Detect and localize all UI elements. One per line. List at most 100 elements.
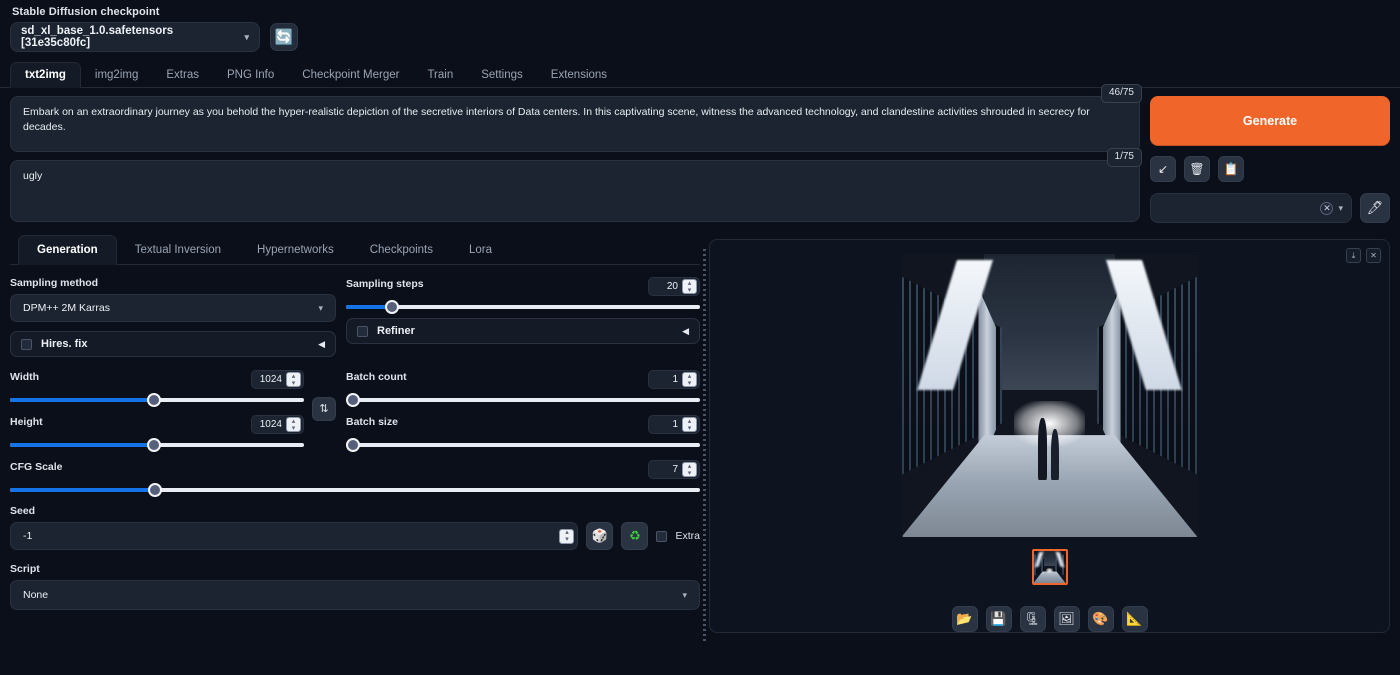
palette-icon: 🎨 xyxy=(1092,611,1108,627)
slider-knob[interactable] xyxy=(385,300,399,314)
batch-count-value: 1 xyxy=(672,374,678,385)
send-to-inpaint-button[interactable]: 🎨 xyxy=(1088,606,1114,632)
sampling-steps-numberbox[interactable]: 20 ▴▾ xyxy=(648,277,700,296)
read-generation-parameters-button[interactable]: ↙ xyxy=(1150,156,1176,182)
batch-size-label: Batch size xyxy=(346,416,398,428)
clear-styles-icon[interactable]: ✕ xyxy=(1320,202,1333,215)
width-label: Width xyxy=(10,371,39,383)
stepper-icon[interactable]: ▴▾ xyxy=(286,372,301,387)
tab-label: Extras xyxy=(166,69,199,81)
save-icon: 💾 xyxy=(990,611,1006,627)
apply-style-button[interactable]: 📋 xyxy=(1218,156,1244,182)
slider-knob[interactable] xyxy=(148,483,162,497)
script-dropdown[interactable]: None ▾ xyxy=(10,580,700,610)
thumbnail-preview xyxy=(1034,551,1066,583)
slider-fill xyxy=(10,488,155,492)
edit-styles-button[interactable]: 🖊 xyxy=(1360,193,1390,223)
tab-train[interactable]: Train xyxy=(413,62,467,87)
extra-seed-checkbox[interactable] xyxy=(656,531,667,542)
save-zip-button[interactable]: 🗜 xyxy=(1020,606,1046,632)
styles-dropdown[interactable]: ✕ ▾ xyxy=(1150,193,1352,223)
refresh-checkpoints-button[interactable]: 🔄 xyxy=(270,23,298,51)
checkpoint-value: sd_xl_base_1.0.safetensors [31e35c80fc] xyxy=(21,25,244,49)
slider-knob[interactable] xyxy=(147,438,161,452)
subtab-hypernetworks[interactable]: Hypernetworks xyxy=(239,235,352,264)
positive-prompt-input[interactable]: Embark on an extraordinary journey as yo… xyxy=(10,96,1140,152)
random-seed-button[interactable]: 🎲 xyxy=(586,522,613,550)
hires-fix-checkbox[interactable] xyxy=(21,339,32,350)
tab-txt2img[interactable]: txt2img xyxy=(10,62,81,88)
width-numberbox[interactable]: 1024 ▴▾ xyxy=(251,370,304,389)
sampling-method-dropdown[interactable]: DPM++ 2M Karras ▾ xyxy=(10,294,336,322)
vanishing-point-glow xyxy=(1046,568,1054,573)
negative-token-counter: 1/75 xyxy=(1107,148,1142,167)
tab-img2img[interactable]: img2img xyxy=(81,62,152,87)
slider-knob[interactable] xyxy=(147,393,161,407)
sampling-method-group: Sampling method DPM++ 2M Karras ▾ Hires.… xyxy=(10,277,346,357)
vanishing-point-glow xyxy=(1014,401,1085,446)
sampling-steps-slider[interactable] xyxy=(346,305,700,309)
arrow-down-left-icon: ↙ xyxy=(1158,162,1168,176)
clear-prompt-button[interactable]: 🗑 xyxy=(1184,156,1210,182)
tab-label: Settings xyxy=(481,69,523,81)
download-image-button[interactable]: ⤓ xyxy=(1346,248,1361,263)
height-numberbox[interactable]: 1024 ▴▾ xyxy=(251,415,304,434)
open-folder-button[interactable]: 📂 xyxy=(952,606,978,632)
cfg-scale-value: 7 xyxy=(672,464,678,475)
width-height-group: Width 1024 ▴▾ Height xyxy=(10,370,346,447)
slider-fill xyxy=(10,398,154,402)
script-label: Script xyxy=(10,563,700,575)
stepper-icon[interactable]: ▴▾ xyxy=(682,417,697,432)
subtab-lora[interactable]: Lora xyxy=(451,235,510,264)
stepper-icon[interactable]: ▴▾ xyxy=(559,529,574,544)
slider-knob[interactable] xyxy=(346,438,360,452)
tab-png-info[interactable]: PNG Info xyxy=(213,62,288,87)
cfg-scale-slider[interactable] xyxy=(10,488,700,492)
batch-count-slider[interactable] xyxy=(346,398,700,402)
tab-extensions[interactable]: Extensions xyxy=(537,62,621,87)
batch-count-numberbox[interactable]: 1 ▴▾ xyxy=(648,370,700,389)
checkpoint-dropdown[interactable]: sd_xl_base_1.0.safetensors [31e35c80fc] … xyxy=(10,22,260,52)
batch-size-slider[interactable] xyxy=(346,443,700,447)
seed-group: Seed -1 ▴▾ 🎲 ♻ Extra xyxy=(10,505,700,550)
subtab-checkpoints[interactable]: Checkpoints xyxy=(352,235,451,264)
negative-prompt-input[interactable]: ugly 1/75 xyxy=(10,160,1140,222)
swap-dimensions-button[interactable]: ⇅ xyxy=(312,397,336,421)
hires-fix-accordion[interactable]: Hires. fix ◀ xyxy=(10,331,336,357)
subtab-textual-inversion[interactable]: Textual Inversion xyxy=(117,235,239,264)
seed-input[interactable]: -1 ▴▾ xyxy=(10,522,578,550)
generated-image[interactable] xyxy=(902,254,1198,537)
slider-knob[interactable] xyxy=(346,393,360,407)
subtab-label: Checkpoints xyxy=(370,244,433,256)
output-tool-row: 📂 💾 🗜 🖼 🎨 📐 xyxy=(952,606,1148,632)
send-to-img2img-button[interactable]: 🖼 xyxy=(1054,606,1080,632)
height-value: 1024 xyxy=(260,419,282,430)
tab-settings[interactable]: Settings xyxy=(467,62,537,87)
close-gallery-button[interactable]: ✕ xyxy=(1366,248,1381,263)
main-tab-bar: txt2img img2img Extras PNG Info Checkpoi… xyxy=(0,62,1400,88)
stepper-icon[interactable]: ▴▾ xyxy=(682,279,697,294)
refiner-checkbox[interactable] xyxy=(357,326,368,337)
width-slider[interactable] xyxy=(10,398,304,402)
generation-parameters: Sampling method DPM++ 2M Karras ▾ Hires.… xyxy=(10,265,700,610)
refiner-accordion[interactable]: Refiner ◀ xyxy=(346,318,700,344)
reuse-seed-button[interactable]: ♻ xyxy=(621,522,648,550)
gallery-thumbnail[interactable] xyxy=(1032,549,1068,585)
batch-size-numberbox[interactable]: 1 ▴▾ xyxy=(648,415,700,434)
pane-resize-handle[interactable] xyxy=(700,235,709,643)
width-height-sliders: Width 1024 ▴▾ Height xyxy=(10,370,304,447)
tab-extras[interactable]: Extras xyxy=(152,62,213,87)
send-to-extras-button[interactable]: 📐 xyxy=(1122,606,1148,632)
cfg-scale-group: CFG Scale 7 ▴▾ xyxy=(10,460,700,492)
stepper-icon[interactable]: ▴▾ xyxy=(682,462,697,477)
stepper-icon[interactable]: ▴▾ xyxy=(286,417,301,432)
generate-button[interactable]: Generate xyxy=(1150,96,1390,146)
cfg-scale-numberbox[interactable]: 7 ▴▾ xyxy=(648,460,700,479)
save-button[interactable]: 💾 xyxy=(986,606,1012,632)
stable-diffusion-webui: Stable Diffusion checkpoint sd_xl_base_1… xyxy=(0,0,1400,675)
height-slider[interactable] xyxy=(10,443,304,447)
script-group: Script None ▾ xyxy=(10,563,700,610)
stepper-icon[interactable]: ▴▾ xyxy=(682,372,697,387)
tab-checkpoint-merger[interactable]: Checkpoint Merger xyxy=(288,62,413,87)
subtab-generation[interactable]: Generation xyxy=(18,235,117,265)
